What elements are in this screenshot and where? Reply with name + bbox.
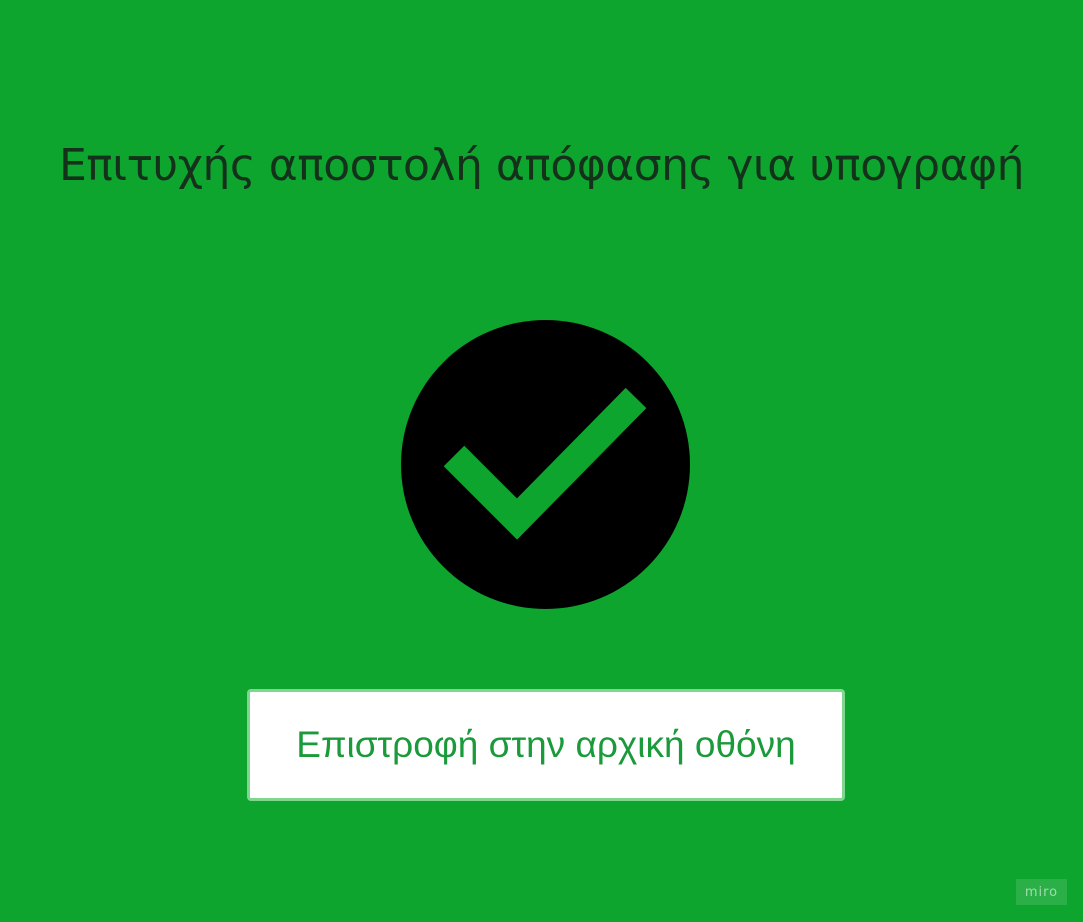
return-home-button[interactable]: Επιστροφή στην αρχική οθόνη [247, 689, 845, 801]
check-mark-icon [443, 387, 647, 540]
return-home-button-label: Επιστροφή στην αρχική οθόνη [296, 724, 796, 765]
success-check-icon [401, 320, 690, 609]
miro-watermark: miro [1016, 879, 1067, 905]
page-title: Επιτυχής αποστολή απόφασης για υπογραφή [58, 140, 1025, 191]
